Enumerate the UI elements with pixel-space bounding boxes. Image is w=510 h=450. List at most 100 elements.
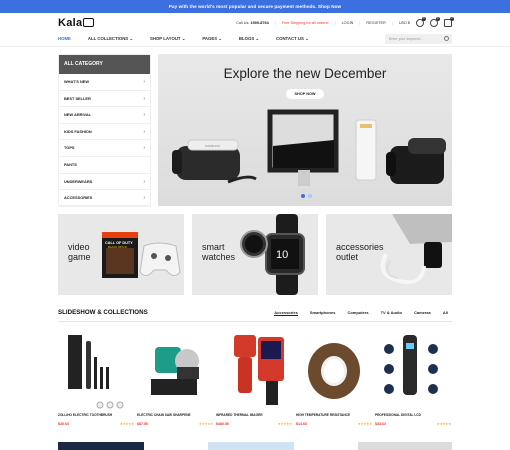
tab-tv-audio[interactable]: TV & Audio — [381, 310, 402, 316]
sidebar-item-accessories[interactable]: ACCESSORIES › — [59, 190, 150, 207]
chevron-right-icon: › — [143, 112, 145, 119]
chain-saw-sharpener-image — [151, 347, 199, 395]
search-icon[interactable] — [444, 36, 449, 41]
category-sidebar: ALL CATEGORY WHAT'S NEW › BEST SELLER › NE… — [58, 54, 151, 207]
header-utilities: Call Us: 1900-8764 | Free Shipping for a… — [236, 17, 454, 27]
nav-blogs[interactable]: BLOGS ⌄ — [239, 36, 259, 42]
product-price: $480.56 — [216, 422, 229, 426]
sidebar-item-tops[interactable]: TOPS › — [59, 140, 150, 157]
nav-contact-us[interactable]: CONTACT US ⌄ — [276, 36, 309, 42]
product-card[interactable]: PROFESSIONAL DIGITAL LCD $33.63 ★★★★★ — [375, 327, 453, 432]
product-card[interactable]: ZOLLIHO ELECTRIC TOOTHBRUSH $40.64 ★★★★★ — [58, 327, 136, 432]
tab-computers[interactable]: Computers — [347, 310, 368, 316]
chevron-right-icon: › — [143, 195, 145, 202]
chevron-right-icon: › — [143, 95, 145, 102]
rating-stars: ★★★★★ — [198, 422, 214, 426]
product-card[interactable]: HIGH TEMPERATURE RESISTANCE $14.66 ★★★★★ — [296, 327, 374, 432]
nav-label[interactable]: SHOP LAYOUT — [150, 36, 181, 41]
sidebar-item-kids-fashion[interactable]: KIDS FASHION › — [59, 124, 150, 141]
free-shipping-text: Free Shipping for all orders! — [281, 21, 329, 25]
chevron-down-icon: ⌄ — [181, 36, 186, 41]
collection-tabs: Accessories Smartphones Computers TV & A… — [274, 310, 448, 316]
product-name[interactable]: ELECTRIC CHAIN SAW SHARPENE — [137, 413, 191, 417]
tab-smartphones[interactable]: Smartphones — [310, 310, 336, 316]
sidebar-item-underwears[interactable]: UNDERWEARS › — [59, 174, 150, 191]
promo-topbar[interactable]: Pay with the world's most popular and se… — [0, 0, 510, 13]
sidebar-item-label: NEW ARRIVAL — [64, 112, 92, 118]
divider: | — [334, 21, 336, 25]
sidebar-item-label: WHAT'S NEW — [64, 79, 90, 84]
bottom-banner[interactable] — [58, 442, 144, 450]
sidebar-title: ALL CATEGORY — [59, 55, 150, 74]
rating-stars: ★★★★★ — [277, 422, 293, 426]
nav-label[interactable]: ALL COLLECTIONS — [88, 36, 128, 41]
hero-products-image: SAMSUNG — [172, 109, 446, 186]
logo-icon[interactable] — [83, 18, 95, 27]
product-name[interactable]: INFRARED THERMAL IMAGER — [216, 413, 263, 417]
divider — [58, 321, 452, 322]
nav-pages[interactable]: PAGES ⌄ — [202, 36, 222, 42]
video-game-image: CALL OF DUTY BLACK OPS III — [102, 232, 181, 278]
product-name[interactable]: HIGH TEMPERATURE RESISTANCE — [296, 413, 350, 417]
nav-shop-layout[interactable]: SHOP LAYOUT ⌄ — [150, 36, 185, 42]
product-card[interactable]: INFRARED THERMAL IMAGER $480.56 ★★★★★ — [216, 327, 294, 432]
promo-smart-watches[interactable]: smart watches 10 — [192, 214, 318, 295]
divider: | — [274, 21, 276, 25]
tab-all[interactable]: All — [443, 310, 448, 316]
vr-headset-right-image — [386, 138, 446, 184]
sidebar-item-new-arrival[interactable]: NEW ARRIVAL › — [59, 107, 150, 124]
wishlist-icon[interactable]: 0 — [430, 17, 440, 27]
accessories-image — [380, 214, 452, 285]
wishlist-count: 0 — [436, 17, 440, 21]
main-nav: HOME ALL COLLECTIONS ⌄ SHOP LAYOUT ⌄ PAG… — [0, 33, 510, 47]
smart-watch-image: 10 — [240, 214, 305, 295]
sidebar-item-best-seller[interactable]: BEST SELLER › — [59, 91, 150, 108]
slider-dot-active[interactable] — [301, 194, 305, 198]
compare-count: 0 — [422, 17, 426, 21]
vr-brand-text: SAMSUNG — [205, 144, 221, 148]
product-price: $40.64 — [58, 422, 69, 426]
product-price: $14.66 — [296, 422, 307, 426]
slider-dot[interactable] — [308, 194, 312, 198]
bottom-banner[interactable] — [358, 442, 452, 450]
chevron-down-icon: ⌄ — [129, 36, 133, 41]
nav-all-collections[interactable]: ALL COLLECTIONS ⌄ — [88, 36, 133, 42]
register-link[interactable]: REGISTER — [366, 21, 385, 25]
cart-icon[interactable]: 0 — [444, 17, 454, 27]
thermal-imager-image — [234, 335, 284, 405]
promo-accessories-outlet[interactable]: accessories outlet — [326, 214, 452, 295]
login-link[interactable]: LOGIN — [342, 21, 354, 25]
chevron-right-icon: › — [143, 128, 145, 135]
sidebar-item-pants[interactable]: PANTS — [59, 157, 150, 174]
tab-cameras[interactable]: Cameras — [414, 310, 431, 316]
logo-text[interactable]: Kala — [58, 17, 82, 29]
chevron-down-icon: ⌄ — [305, 36, 309, 41]
site-header: Kala Call Us: 1900-8764 | Free Shipping … — [0, 13, 510, 33]
nav-label[interactable]: CONTACT US — [276, 36, 304, 41]
nav-home[interactable]: HOME — [58, 36, 71, 42]
product-card[interactable]: ELECTRIC CHAIN SAW SHARPENE $87.56 ★★★★★ — [137, 327, 215, 432]
toothbrush-image — [68, 335, 124, 409]
sidebar-item-whats-new[interactable]: WHAT'S NEW › — [59, 74, 150, 91]
phone-number: 1900-8764 — [250, 21, 269, 25]
logo[interactable]: Kala — [58, 17, 95, 29]
nav-label[interactable]: PAGES — [202, 36, 217, 41]
tab-accessories[interactable]: Accessories — [274, 310, 298, 316]
hero-slider[interactable]: Explore the new December SHOP NOW SAMSUN… — [158, 54, 452, 206]
product-name[interactable]: ZOLLIHO ELECTRIC TOOTHBRUSH — [58, 413, 112, 417]
nav-label[interactable]: BLOGS — [239, 36, 254, 41]
bottom-banner[interactable] — [208, 442, 294, 450]
divider: | — [391, 21, 393, 25]
product-price: $87.56 — [137, 422, 148, 426]
tape-roll-image — [308, 343, 360, 399]
phone-label: Call Us: — [236, 21, 250, 25]
product-name[interactable]: PROFESSIONAL DIGITAL LCD — [375, 413, 421, 417]
promo-video-game[interactable]: video game CALL OF DUTY BLACK OPS III — [58, 214, 184, 295]
sidebar-item-label: KIDS FASHION — [64, 128, 92, 134]
rating-stars: ★★★★★ — [357, 422, 373, 426]
compare-icon[interactable]: 0 — [416, 17, 426, 27]
watch-time: 10 — [276, 249, 288, 261]
sidebar-item-label: TOPS — [64, 145, 75, 151]
search-input[interactable]: Enter your keyword... — [385, 34, 452, 44]
currency-select[interactable]: USD $ — [399, 21, 410, 25]
